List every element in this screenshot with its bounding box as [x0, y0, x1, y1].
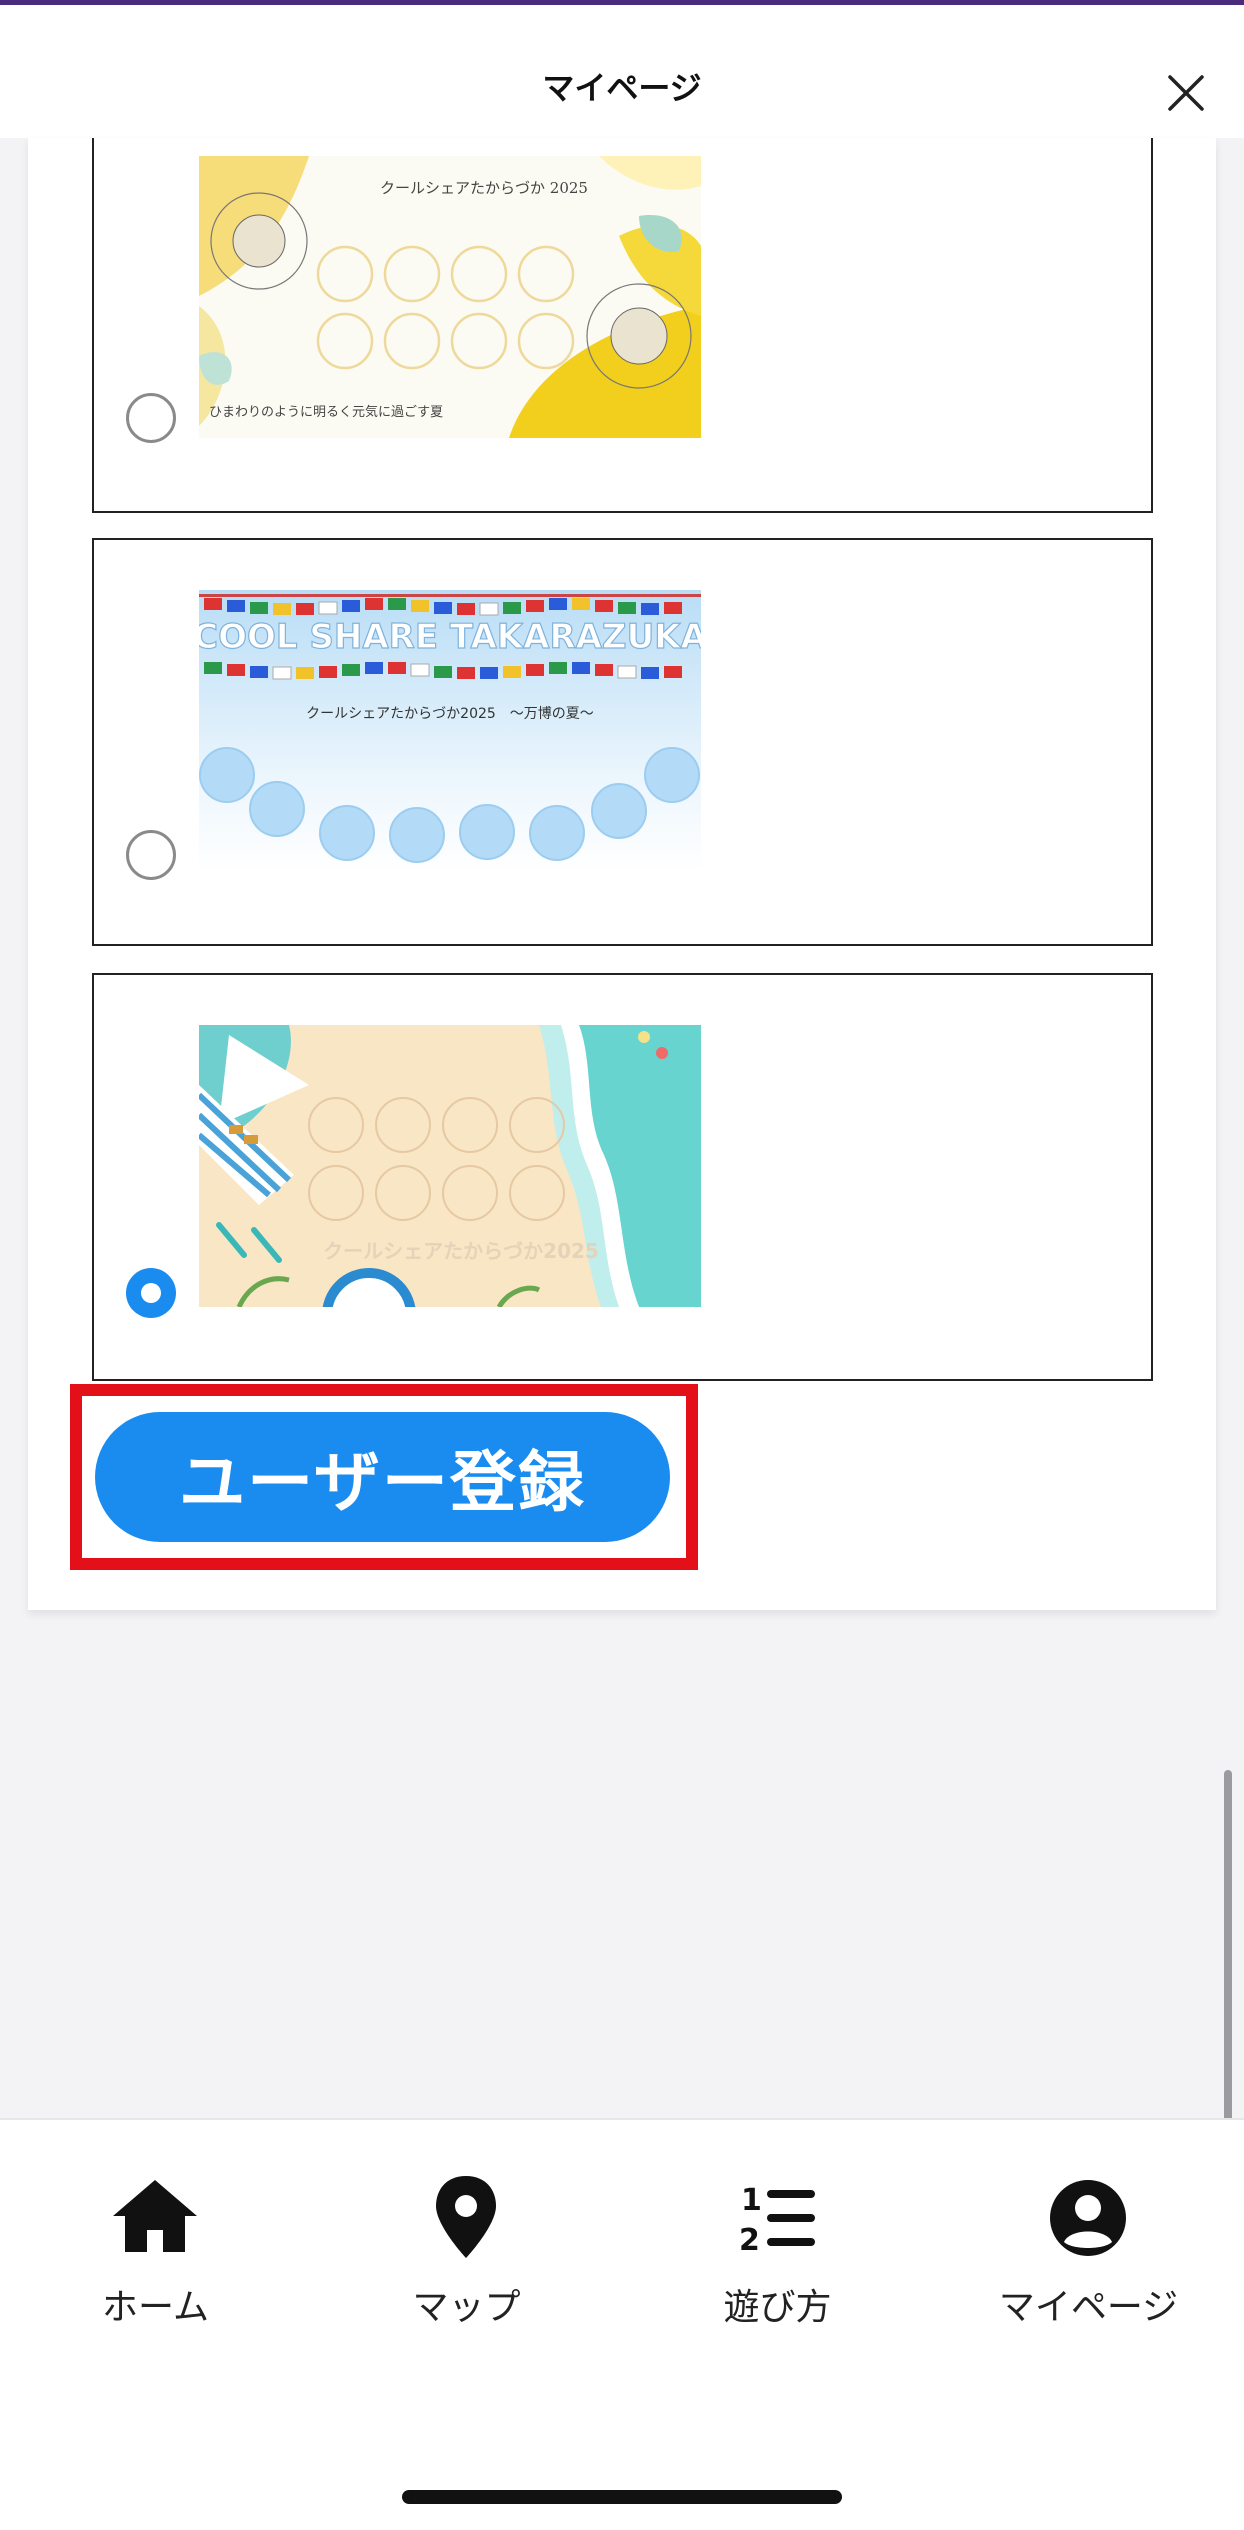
svg-text:1: 1: [741, 2183, 762, 2218]
card-design-option-flags[interactable]: COOL SHARE TAKARAZUKA クールシェアたからづか2025 ～万…: [92, 538, 1153, 946]
nav-item-how-to-play[interactable]: 1 2 遊び方: [622, 2120, 933, 2380]
beach-card-art: クールシェアたからづか2025: [199, 1025, 701, 1307]
nav-item-mypage[interactable]: マイページ: [933, 2120, 1244, 2380]
nav-item-map[interactable]: マップ: [311, 2120, 622, 2380]
nav-item-home[interactable]: ホーム: [0, 2120, 311, 2380]
nav-label-map: マップ: [412, 2287, 521, 2328]
user-circle-icon: [1050, 2180, 1126, 2256]
svg-text:2: 2: [739, 2223, 760, 2258]
card-design-option-beach[interactable]: クールシェアたからづか2025: [92, 973, 1153, 1381]
page-header: マイページ: [0, 5, 1244, 138]
radio-button-sunflower[interactable]: [126, 393, 176, 443]
bottom-navigation: ホーム マップ 1 2 遊び方 マイページ: [0, 2118, 1244, 2530]
card-image-flags: COOL SHARE TAKARAZUKA クールシェアたからづか2025 ～万…: [199, 590, 701, 872]
flags-card-art: COOL SHARE TAKARAZUKA クールシェアたからづか2025 ～万…: [199, 590, 701, 872]
card-design-option-sunflower[interactable]: クールシェアたからづか 2025 ひまわりのように明るく元気に過ごす夏: [92, 138, 1153, 513]
home-indicator[interactable]: [402, 2490, 842, 2504]
sunflower-card-caption: ひまわりのように明るく元気に過ごす夏: [209, 404, 443, 420]
card-image-sunflower: クールシェアたからづか 2025 ひまわりのように明るく元気に過ごす夏: [199, 156, 701, 438]
numbered-list-icon: 1 2: [739, 2183, 815, 2258]
home-icon: [113, 2180, 197, 2252]
user-register-button[interactable]: ユーザー登録: [95, 1412, 670, 1542]
nav-label-home: ホーム: [102, 2287, 209, 2328]
page-title: マイページ: [542, 69, 702, 107]
sunflower-card-title: クールシェアたからづか 2025: [380, 179, 588, 197]
nav-label-mypage: マイページ: [998, 2287, 1179, 2328]
beach-card-title: クールシェアたからづか2025: [323, 1239, 599, 1263]
nav-label-how-to-play: 遊び方: [723, 2287, 832, 2328]
close-button[interactable]: [1160, 67, 1212, 119]
close-icon: [1168, 75, 1204, 111]
sunflower-card-art: クールシェアたからづか 2025 ひまわりのように明るく元気に過ごす夏: [199, 156, 701, 438]
flags-card-banner: COOL SHARE TAKARAZUKA: [199, 617, 701, 657]
radio-button-flags[interactable]: [126, 830, 176, 880]
card-image-beach: クールシェアたからづか2025: [199, 1025, 701, 1307]
radio-button-beach-selected[interactable]: [126, 1268, 176, 1318]
map-pin-icon: [436, 2176, 496, 2258]
flags-card-title: クールシェアたからづか2025 ～万博の夏～: [306, 705, 594, 722]
